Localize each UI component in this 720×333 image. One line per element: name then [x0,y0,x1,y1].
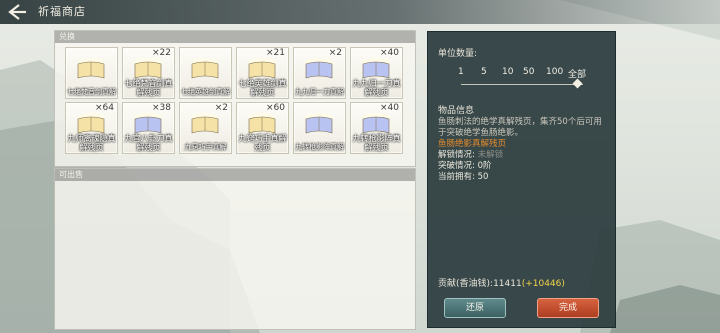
shop-item[interactable]: ×60 九窍巧手真解残页 [236,102,289,154]
item-name-label: 九转枪影阵真解 [295,143,344,151]
sell-panel: 可出售 [54,168,416,330]
qty-option[interactable]: 100 [546,67,563,77]
sell-panel-header: 可出售 [55,169,415,181]
sell-panel-label: 可出售 [59,170,83,179]
contribution-label: 贡献(香油钱): [438,279,494,289]
qty-option[interactable]: 50 [523,67,534,77]
shop-item[interactable]: 九转枪影阵真解 [293,102,346,154]
scroll-book-icon [77,58,105,79]
item-name-label: 九宫八卦刀真解残页 [124,134,173,152]
done-button[interactable]: 完成 [537,298,599,318]
item-count: ×64 [95,103,114,113]
item-count: ×21 [266,48,285,58]
shop-item[interactable]: ×21 七绝英雄剑真解残页 [236,47,289,99]
item-info-panel: 单位数量: 1 5 10 50 100 全部 物品信息 鱼肠刺法的绝学真解残页，集齐50个… [427,31,616,328]
shop-item[interactable]: 七绝英雄剑真解 [179,47,232,99]
item-name-label: 九窍巧手真解残页 [238,134,287,152]
unit-qty-label: 单位数量: [438,49,478,59]
shop-item[interactable]: ×38 九宫八卦刀真解残页 [122,102,175,154]
contribution-line: 贡献(香油钱):11411(+10446) [438,276,565,289]
contribution-delta: (+10446) [521,279,565,289]
breakthrough-value: 0阶 [477,161,492,171]
reset-button[interactable]: 还原 [444,298,506,318]
scroll-book-icon [134,58,162,79]
item-name-label: 九窍巧手真解 [184,143,227,151]
item-count: ×38 [152,103,171,113]
shop-item[interactable]: ×2 九窍巧手真解 [179,102,232,154]
item-count: ×40 [380,103,399,113]
owned-label: 当前拥有: [438,172,475,182]
scroll-book-icon [77,113,105,134]
unlock-label: 解锁情况: [438,150,475,160]
scroll-book-icon [305,113,333,134]
item-description: 鱼肠刺法的绝学真解残页，集齐50个后可用于突破绝学鱼肠绝影。 鱼肠绝影真解残页 … [438,117,610,183]
scroll-book-icon [191,58,219,79]
qty-slider-handle[interactable] [572,78,583,89]
top-bar: 祈福商店 [0,0,720,24]
item-name-label: 九九归一刀真解残页 [352,79,401,97]
item-count: ×60 [266,103,285,113]
item-name-label: 九师离魂隐真解残页 [67,134,116,152]
page-title: 祈福商店 [38,5,86,18]
scroll-book-icon [362,113,390,134]
scroll-book-icon [248,58,276,79]
item-count: ×40 [380,48,399,58]
shop-item[interactable]: 七绝梵音剑真解 [65,47,118,99]
item-name-label: 九九归一刀真解 [295,88,344,96]
scroll-book-icon [362,58,390,79]
item-count: ×2 [214,103,228,113]
item-name-label: 七绝英雄剑真解 [181,88,230,96]
shop-item[interactable]: ×2 九九归一刀真解 [293,47,346,99]
scroll-book-icon [305,58,333,79]
contribution-value: 11411 [493,279,522,289]
shop-item[interactable]: ×64 九师离魂隐真解残页 [65,102,118,154]
owned-value: 50 [477,172,489,182]
item-name: 鱼肠绝影真解残页 [438,139,507,149]
scroll-book-icon [134,113,162,134]
shop-item[interactable]: ×40 九转枪影阵真解残页 [350,102,403,154]
qty-option[interactable]: 1 [458,67,464,77]
qty-slider-track[interactable] [461,84,583,85]
exchange-panel-label: 兑换 [59,32,75,41]
item-count: ×2 [328,48,342,58]
exchange-panel: 兑换 七绝梵音剑真解 ×22 七绝梵音剑真解残页 七绝英雄剑真解 ×21 七绝英雄剑真解残… [54,30,416,167]
unlock-value: 未解锁 [477,150,504,160]
scroll-book-icon [248,113,276,134]
item-description-text: 鱼肠刺法的绝学真解残页，集齐50个后可用于突破绝学鱼肠绝影。 [438,117,602,138]
item-name-label: 九转枪影阵真解残页 [352,134,401,152]
item-info-label: 物品信息 [438,106,475,116]
item-name-label: 七绝英雄剑真解残页 [238,79,287,97]
item-count: ×22 [152,48,171,58]
back-arrow-icon[interactable] [6,3,28,21]
qty-option[interactable]: 5 [481,67,487,77]
scroll-book-icon [191,113,219,134]
item-name-label: 七绝梵音剑真解 [67,88,116,96]
item-name-label: 七绝梵音剑真解残页 [124,79,173,97]
exchange-panel-header: 兑换 [55,31,415,43]
shop-item[interactable]: ×40 九九归一刀真解残页 [350,47,403,99]
qty-option[interactable]: 10 [502,67,513,77]
shop-item[interactable]: ×22 七绝梵音剑真解残页 [122,47,175,99]
breakthrough-label: 突破情况: [438,161,475,171]
